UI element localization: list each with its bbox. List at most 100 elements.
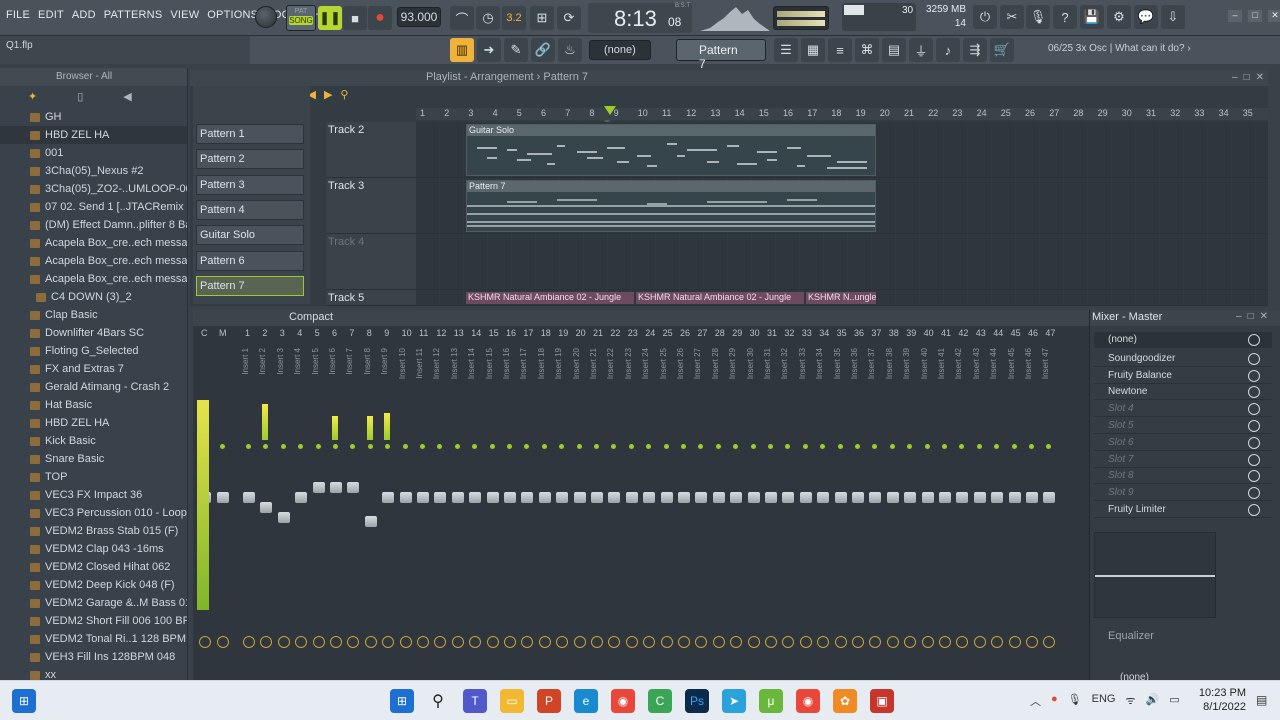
effect-slot[interactable]: Slot 5: [1094, 418, 1272, 434]
browser-item[interactable]: Acapela Box_cre..ech messages-2: [0, 252, 187, 270]
volume-fader[interactable]: [591, 492, 603, 503]
route-indicator[interactable]: [628, 444, 634, 449]
insert-strip[interactable]: Insert 26: [676, 340, 692, 680]
menu-item[interactable]: VIEW: [170, 9, 199, 21]
insert-strip[interactable]: Insert 1: [241, 340, 257, 680]
effect-slot[interactable]: Slot 6: [1094, 435, 1272, 451]
pan-knob[interactable]: [277, 636, 290, 648]
browser-item[interactable]: VEDM2 Clap 043 -16ms: [0, 540, 187, 558]
route-indicator[interactable]: [802, 444, 808, 449]
pattern-item[interactable]: Pattern 3: [196, 174, 304, 195]
route-indicator[interactable]: [350, 444, 356, 449]
route-indicator[interactable]: [768, 444, 773, 449]
insert-strip[interactable]: Insert 46: [1024, 340, 1040, 680]
insert-strip[interactable]: Insert 12: [432, 340, 448, 680]
volume-fader[interactable]: [834, 492, 847, 503]
track-header[interactable]: Track 3: [326, 178, 416, 234]
slot-enable-icon[interactable]: [1248, 403, 1260, 416]
chrome-icon[interactable]: ◉: [611, 689, 635, 713]
volume-fader[interactable]: [852, 492, 864, 503]
mixer-view-label[interactable]: Compact: [289, 311, 333, 323]
slot-enable-icon[interactable]: [1248, 436, 1260, 449]
volume-fader[interactable]: [486, 492, 499, 503]
insert-strip[interactable]: Insert 35: [833, 340, 849, 680]
volume-fader[interactable]: [730, 492, 743, 503]
browser-item[interactable]: TOP: [0, 468, 187, 486]
pan-knob[interactable]: [260, 636, 273, 648]
pattern-item[interactable]: Pattern 6: [196, 250, 304, 271]
route-indicator[interactable]: [1029, 444, 1034, 449]
news-ticker[interactable]: 06/25 3x Osc | What can it do? ›: [1048, 43, 1191, 54]
close-icon[interactable]: ✕: [1268, 10, 1280, 22]
volume-fader[interactable]: [312, 482, 325, 493]
route-indicator[interactable]: [524, 444, 530, 449]
volume-fader[interactable]: [712, 492, 725, 503]
route-indicator[interactable]: [541, 444, 547, 449]
insert-strip[interactable]: Insert 4: [293, 340, 309, 680]
volume-fader[interactable]: [330, 482, 342, 493]
route-indicator[interactable]: [855, 444, 860, 449]
fl-studio-icon[interactable]: ✿: [833, 689, 857, 713]
close-icon[interactable]: ✕: [1256, 72, 1264, 83]
pan-knob[interactable]: [712, 636, 725, 648]
battery-icon[interactable]: ▭: [1169, 693, 1179, 709]
slot-enable-icon[interactable]: [1248, 334, 1260, 346]
volume-fader[interactable]: [625, 492, 638, 503]
search-icon[interactable]: ⚲: [426, 689, 450, 713]
pan-knob[interactable]: [521, 636, 534, 648]
telegram-icon[interactable]: ➤: [722, 689, 746, 713]
browser-item[interactable]: Downlifter 4Bars SC: [0, 324, 187, 342]
stop-button[interactable]: ■: [343, 6, 367, 30]
wait-button[interactable]: ◷: [476, 6, 500, 30]
effect-slot[interactable]: Newtone: [1094, 384, 1272, 401]
maximize-icon[interactable]: □: [1248, 10, 1262, 22]
volume-fader[interactable]: [921, 492, 934, 503]
pattern-item[interactable]: Pattern 7: [196, 275, 304, 296]
edge-icon[interactable]: e: [574, 689, 598, 713]
record-tray-icon[interactable]: ●: [1051, 693, 1058, 709]
volume-fader[interactable]: [765, 492, 777, 503]
insert-strip[interactable]: Insert 28: [711, 340, 727, 680]
browser-speaker-icon[interactable]: ◀: [123, 90, 131, 104]
channel-rack-icon[interactable]: ☰: [774, 38, 798, 62]
volume-fader[interactable]: [434, 492, 447, 503]
insert-strip[interactable]: Insert 33: [798, 340, 814, 680]
volume-fader[interactable]: [243, 492, 255, 503]
pat-song-toggle[interactable]: PAT SONG: [286, 5, 316, 31]
insert-strip[interactable]: Insert 3: [276, 340, 292, 680]
play-button[interactable]: ❚❚: [318, 6, 342, 30]
browser-item[interactable]: 3Cha(05)_Nexus #2: [0, 162, 187, 180]
volume-fader[interactable]: [1008, 492, 1021, 503]
eq-display[interactable]: [1094, 532, 1216, 618]
insert-strip[interactable]: Insert 2: [258, 340, 274, 680]
browser-item[interactable]: VEC3 Percussion 010 - Loop_2: [0, 504, 187, 522]
volume-fader[interactable]: [451, 492, 464, 503]
route-indicator[interactable]: [298, 444, 304, 449]
maximize-icon[interactable]: □: [1244, 72, 1250, 83]
volume-fader[interactable]: [747, 492, 760, 503]
chat-icon[interactable]: 💬: [1134, 5, 1158, 29]
pattern-selector[interactable]: Pattern 7: [676, 39, 766, 71]
pattern-clip[interactable]: Guitar Solo: [466, 124, 876, 176]
route-indicator[interactable]: [1046, 444, 1052, 449]
browser-item[interactable]: 07 02. Send 1 [..JTACRemix EP.2]: [0, 198, 187, 216]
tempo-tapper-icon[interactable]: ⇶: [963, 38, 987, 62]
route-indicator[interactable]: [663, 444, 669, 449]
pan-knob[interactable]: [469, 636, 482, 648]
slot-enable-icon[interactable]: [1248, 470, 1260, 483]
route-indicator[interactable]: [646, 444, 652, 449]
audio-clip[interactable]: KSHMR N..ungle: [806, 292, 876, 304]
route-indicator[interactable]: [889, 444, 895, 449]
route-indicator[interactable]: [785, 444, 791, 449]
pattern-item[interactable]: Pattern 4: [196, 199, 304, 220]
volume-fader[interactable]: [399, 492, 412, 503]
track-lane[interactable]: Pattern 7: [416, 178, 1268, 234]
volume-fader[interactable]: [469, 492, 482, 503]
pan-knob[interactable]: [1043, 636, 1056, 648]
route-indicator[interactable]: [472, 444, 478, 449]
insert-strip[interactable]: Insert 38: [885, 340, 901, 680]
piano-roll-icon[interactable]: ▦: [801, 38, 825, 62]
browser-item[interactable]: (DM) Effect Damn..plifter 8 Bars: [0, 216, 187, 234]
pan-knob[interactable]: [382, 636, 395, 648]
audio-clip[interactable]: KSHMR Natural Ambiance 02 - Jungle: [636, 292, 804, 304]
